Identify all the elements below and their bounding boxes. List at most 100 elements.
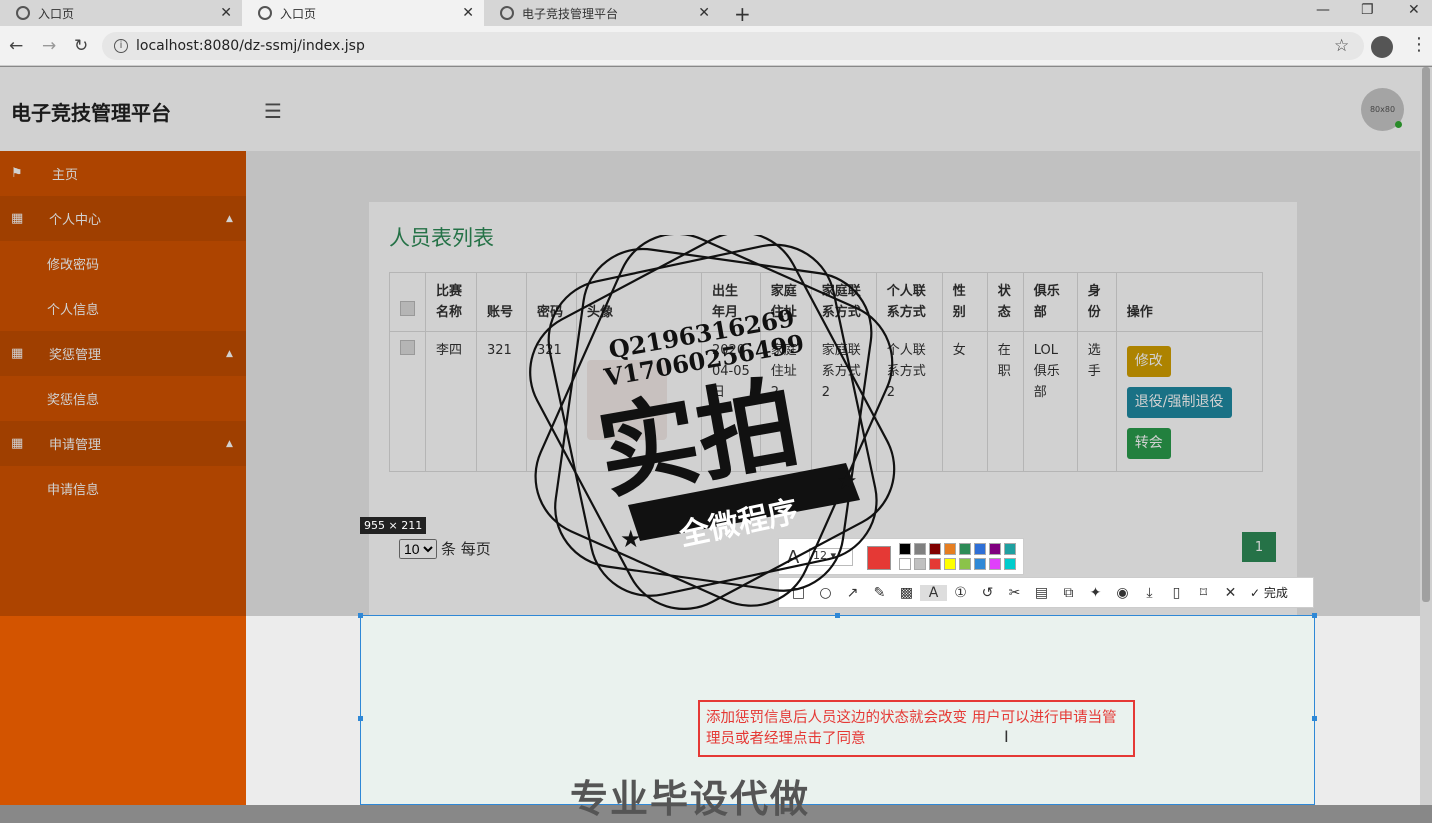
undo-icon[interactable]: ↺ [974,585,1001,601]
annotation-text-box[interactable]: 添加惩罚信息后人员这边的状态就会改变 用户可以进行申请当管理员或者经理点击了同意 [698,700,1135,757]
sidebar-group-rewards[interactable]: ▦ 奖惩管理 ▲ [0,331,246,376]
avatar[interactable]: 80x80 [1361,88,1404,131]
reload-icon[interactable]: ↻ [74,36,88,56]
page-size-select[interactable]: 10 [399,538,437,559]
actions-cell: 修改 退役/强制退役 转会 [1115,331,1263,472]
bookmark-icon[interactable]: ⌑ [1190,585,1217,601]
row-checkbox[interactable] [400,340,415,355]
sidebar-item-label: 奖惩信息 [47,393,100,408]
column-header: 俱乐部 [1022,272,1078,332]
menu-kebab-icon[interactable]: ⋮ [1410,34,1428,55]
color-swatch[interactable] [929,558,941,570]
tab-title: 入口页 [280,6,317,21]
browser-window: 入口页 ✕ 入口页 ✕ 电子竞技管理平台 ✕ + — ❐ ✕ ← → ↻ i l… [0,0,1432,821]
color-swatch[interactable] [914,558,926,570]
color-swatch[interactable] [974,543,986,555]
sidebar-item-home[interactable]: ⚑ 主页 [0,151,246,196]
pager: 10 条 每页 [399,538,491,559]
color-swatch[interactable] [959,543,971,555]
globe-icon [500,6,514,20]
info-icon[interactable]: i [114,39,128,53]
color-swatch[interactable] [899,558,911,570]
record-icon[interactable]: ◉ [1109,585,1136,601]
table-cell: LOL俱乐部 [1022,331,1078,472]
cancel-icon[interactable]: ✕ [1217,585,1244,601]
column-header: 账号 [476,272,527,332]
account-icon[interactable] [1371,36,1393,58]
hamburger-menu-icon[interactable]: ☰ [264,99,282,123]
page-title: 人员表列表 [389,226,494,250]
tab-entry-1[interactable]: 入口页 ✕ [0,0,242,26]
resize-handle[interactable] [835,613,840,618]
sidebar: ⚑ 主页 ▦ 个人中心 ▲ 修改密码 个人信息 ▦ 奖惩管理 ▲ 奖惩信息 ▦ … [0,151,246,805]
translate-icon[interactable]: ⧉ [1055,585,1082,601]
phone-icon[interactable]: ▯ [1163,585,1190,601]
text-cursor-icon: I [1004,727,1009,746]
edit-button[interactable]: 修改 [1126,346,1171,377]
resize-handle[interactable] [358,613,363,618]
ocr-icon[interactable]: ▤ [1028,585,1055,601]
color-swatch[interactable] [944,543,956,555]
close-icon[interactable]: ✕ [462,5,474,21]
number-tool-icon[interactable]: ① [947,585,974,601]
minimize-icon[interactable]: — [1316,2,1330,18]
column-header: 身份 [1076,272,1117,332]
color-swatch[interactable] [899,543,911,555]
color-swatch[interactable] [1004,558,1016,570]
color-swatch[interactable] [929,543,941,555]
color-swatch[interactable] [959,558,971,570]
color-swatch[interactable] [974,558,986,570]
window-close-icon[interactable]: ✕ [1408,2,1420,18]
sidebar-item-personal-info[interactable]: 个人信息 [0,286,246,331]
resize-handle[interactable] [1312,716,1317,721]
resize-handle[interactable] [1312,613,1317,618]
page-scrollbar[interactable] [1420,67,1432,805]
sidebar-group-applications[interactable]: ▦ 申请管理 ▲ [0,421,246,466]
tab-entry-2[interactable]: 入口页 ✕ [242,0,484,26]
scrollbar-thumb[interactable] [1422,67,1430,602]
new-tab-button[interactable]: + [734,2,751,26]
sidebar-item-rewards-info[interactable]: 奖惩信息 [0,376,246,421]
sidebar-item-label: 个人中心 [49,213,102,228]
color-swatch[interactable] [989,543,1001,555]
select-all-checkbox[interactable] [400,301,415,316]
done-button[interactable]: ✓ 完成 [1250,584,1288,601]
close-icon[interactable]: ✕ [220,5,232,21]
forward-icon[interactable]: → [42,36,56,56]
page-size-suffix: 条 每页 [441,540,491,558]
caret-up-icon: ▲ [226,438,233,449]
resize-handle[interactable] [358,716,363,721]
text-tool-icon[interactable]: A [920,584,947,601]
url-field[interactable]: i localhost:8080/dz-ssmj/index.jsp [102,32,1364,60]
back-icon[interactable]: ← [9,36,23,56]
grid-icon: ▦ [11,211,24,226]
tab-title: 入口页 [38,6,75,21]
column-header: 状态 [986,272,1024,332]
caret-up-icon: ▲ [226,348,233,359]
grid-icon: ▦ [11,436,24,451]
sidebar-item-application-info[interactable]: 申请信息 [0,466,246,511]
star-icon: ★ [620,525,642,553]
retire-button[interactable]: 退役/强制退役 [1126,387,1232,418]
cut-icon[interactable]: ✂ [1001,585,1028,601]
tab-platform[interactable]: 电子竞技管理平台 ✕ [484,0,720,26]
color-swatch[interactable] [914,543,926,555]
globe-icon [16,6,30,20]
color-swatch[interactable] [989,558,1001,570]
color-swatch[interactable] [1004,543,1016,555]
pin-icon[interactable]: ✦ [1082,585,1109,601]
sidebar-group-personal[interactable]: ▦ 个人中心 ▲ [0,196,246,241]
transfer-button[interactable]: 转会 [1126,428,1171,459]
online-status-dot [1395,121,1402,128]
page-number-button[interactable]: 1 [1242,532,1276,562]
sidebar-item-change-password[interactable]: 修改密码 [0,241,246,286]
restore-icon[interactable]: ❐ [1361,2,1374,18]
close-icon[interactable]: ✕ [698,5,710,21]
watermark-bottom-text: 专业毕设代做 [570,777,811,821]
bookmark-star-icon[interactable]: ☆ [1334,36,1349,56]
tab-bar: 入口页 ✕ 入口页 ✕ 电子竞技管理平台 ✕ + — ❐ ✕ [0,0,1432,26]
color-swatch[interactable] [944,558,956,570]
tab-title: 电子竞技管理平台 [522,6,619,21]
download-icon[interactable]: ⤓ [1136,585,1163,601]
brand-title: 电子竞技管理平台 [11,101,171,125]
